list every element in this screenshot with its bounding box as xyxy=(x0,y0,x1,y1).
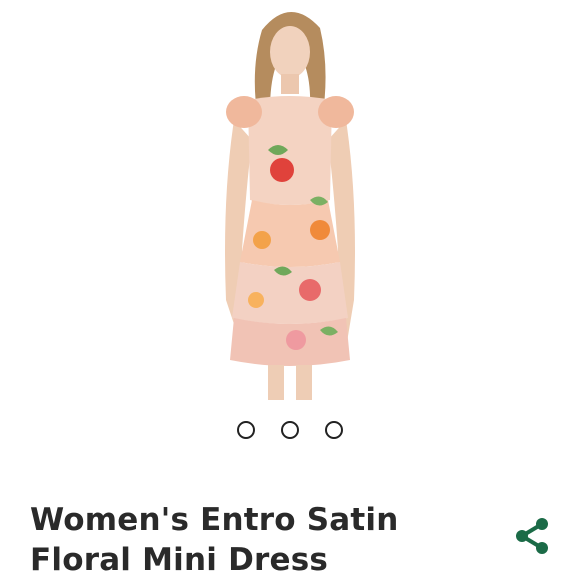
carousel-dot-1[interactable] xyxy=(237,421,255,439)
share-icon xyxy=(516,518,548,554)
share-button[interactable] xyxy=(512,516,552,556)
carousel-dot-3[interactable] xyxy=(325,421,343,439)
product-image[interactable] xyxy=(0,0,580,400)
product-page: Women's Entro Satin Floral Mini Dress xyxy=(0,0,580,580)
dress-photo xyxy=(170,0,410,400)
carousel-dot-2[interactable] xyxy=(281,421,299,439)
product-title: Women's Entro Satin Floral Mini Dress xyxy=(30,502,399,578)
image-carousel-dots xyxy=(0,421,580,443)
